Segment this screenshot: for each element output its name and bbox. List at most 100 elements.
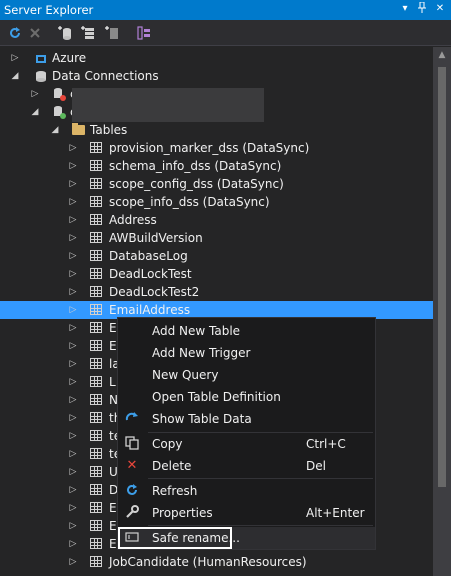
expand-arrow-icon[interactable]: ▷ xyxy=(68,553,78,571)
connect-to-server-icon[interactable] xyxy=(80,25,96,41)
stop-icon[interactable] xyxy=(27,25,43,41)
table-name: provision_marker_dss (DataSync) xyxy=(109,141,310,155)
expand-arrow-icon[interactable]: ▷ xyxy=(68,319,78,337)
menu-item-label: Properties xyxy=(152,506,213,520)
close-icon[interactable]: ✕ xyxy=(433,2,447,16)
tree-node-label: Data Connections xyxy=(52,69,159,83)
expand-arrow-icon[interactable]: ▷ xyxy=(68,427,78,445)
tree-node-label: Tables xyxy=(90,123,128,137)
menu-item-delete[interactable]: ✕ Delete Del xyxy=(118,455,375,477)
expand-arrow-icon[interactable]: ▷ xyxy=(68,229,78,247)
tree-node-data-connections[interactable]: ◢ Data Connections xyxy=(0,67,433,85)
expand-arrow-icon[interactable]: ▷ xyxy=(68,355,78,373)
vertical-scrollbar[interactable]: ▲ xyxy=(433,47,451,576)
connect-to-database-icon[interactable] xyxy=(57,25,73,41)
database-icon xyxy=(52,105,66,119)
expand-arrow-icon[interactable]: ▷ xyxy=(10,49,20,67)
table-icon xyxy=(90,196,102,207)
menu-item-add-new-trigger[interactable]: Add New Trigger xyxy=(118,342,375,364)
table-icon xyxy=(90,322,102,333)
table-icon xyxy=(90,538,102,549)
expand-arrow-icon[interactable]: ▷ xyxy=(68,535,78,553)
expand-arrow-icon[interactable]: ▷ xyxy=(68,265,78,283)
expand-arrow-icon[interactable]: ▷ xyxy=(30,85,40,103)
menu-item-label: Refresh xyxy=(152,484,198,498)
collapse-arrow-icon[interactable]: ◢ xyxy=(10,67,20,85)
expand-arrow-icon[interactable]: ▷ xyxy=(68,247,78,265)
table-icon xyxy=(90,268,102,279)
collapse-arrow-icon[interactable]: ◢ xyxy=(30,103,40,121)
table-name: L xyxy=(109,375,116,389)
menu-item-label: Copy xyxy=(152,437,183,451)
table-icon xyxy=(90,340,102,351)
table-icon xyxy=(90,178,102,189)
table-row[interactable]: ▷ scope_info_dss (DataSync) xyxy=(0,193,433,211)
table-name: E xyxy=(109,537,117,551)
table-row[interactable]: ▷ scope_config_dss (DataSync) xyxy=(0,175,433,193)
tree-node-tables-folder[interactable]: ◢ Tables xyxy=(0,121,433,139)
expand-arrow-icon[interactable]: ▷ xyxy=(68,517,78,535)
menu-item-add-new-table[interactable]: Add New Table xyxy=(118,320,375,342)
table-row[interactable]: ▷ Address xyxy=(0,211,433,229)
tree-node-azure[interactable]: ▷ Azure xyxy=(0,49,433,67)
menu-item-label: Add New Table xyxy=(152,324,241,338)
delete-icon: ✕ xyxy=(126,458,138,473)
expand-arrow-icon[interactable]: ▷ xyxy=(68,175,78,193)
menu-item-open-table-definition[interactable]: Open Table Definition xyxy=(118,386,375,408)
menu-item-new-query[interactable]: New Query xyxy=(118,364,375,386)
expand-arrow-icon[interactable]: ▷ xyxy=(68,481,78,499)
table-icon xyxy=(90,484,102,495)
table-row[interactable]: ▷ schema_info_dss (DataSync) xyxy=(0,157,433,175)
table-name: E xyxy=(109,339,117,353)
table-row[interactable]: ▷ DeadLockTest2 xyxy=(0,283,433,301)
expand-arrow-icon[interactable]: ▷ xyxy=(68,373,78,391)
table-row[interactable]: ▷ DatabaseLog xyxy=(0,247,433,265)
menu-item-refresh[interactable]: Refresh xyxy=(118,480,375,502)
table-icon xyxy=(90,394,102,405)
table-icon xyxy=(90,142,102,153)
expand-arrow-icon[interactable]: ▷ xyxy=(68,301,78,319)
filter-icon[interactable] xyxy=(136,25,152,41)
menu-item-properties[interactable]: Properties Alt+Enter xyxy=(118,502,375,524)
wrench-icon xyxy=(124,505,140,521)
expand-arrow-icon[interactable]: ▷ xyxy=(68,211,78,229)
window-title-bar: Server Explorer ▾ ✕ xyxy=(0,0,451,20)
table-name: schema_info_dss (DataSync) xyxy=(109,159,282,173)
menu-item-copy[interactable]: Copy Ctrl+C xyxy=(118,433,375,455)
table-name: E xyxy=(109,519,117,533)
table-name: AWBuildVersion xyxy=(109,231,203,245)
dropdown-arrow-icon[interactable]: ▾ xyxy=(398,2,412,16)
refresh-icon[interactable] xyxy=(7,25,23,41)
table-icon xyxy=(90,232,102,243)
connect-to-sharepoint-icon[interactable] xyxy=(104,25,120,41)
expand-arrow-icon[interactable]: ▷ xyxy=(68,463,78,481)
expand-arrow-icon[interactable]: ▷ xyxy=(68,283,78,301)
expand-arrow-icon[interactable]: ▷ xyxy=(68,499,78,517)
table-row[interactable]: ▷ provision_marker_dss (DataSync) xyxy=(0,139,433,157)
table-row[interactable]: ▷ DeadLockTest xyxy=(0,265,433,283)
expand-arrow-icon[interactable]: ▷ xyxy=(68,193,78,211)
menu-item-show-table-data[interactable]: Show Table Data xyxy=(118,408,375,430)
expand-arrow-icon[interactable]: ▷ xyxy=(68,139,78,157)
table-icon xyxy=(90,160,102,171)
table-icon xyxy=(90,412,102,423)
expand-arrow-icon[interactable]: ▷ xyxy=(68,445,78,463)
table-icon xyxy=(90,286,102,297)
table-row[interactable]: ▷ JobCandidate (HumanResources) xyxy=(0,553,433,571)
scrollbar-thumb[interactable] xyxy=(438,67,446,487)
expand-arrow-icon[interactable]: ▷ xyxy=(68,157,78,175)
collapse-arrow-icon[interactable]: ◢ xyxy=(50,121,60,139)
refresh-icon xyxy=(124,483,140,499)
expand-arrow-icon[interactable]: ▷ xyxy=(68,337,78,355)
pin-icon[interactable] xyxy=(415,1,429,16)
scroll-up-icon[interactable]: ▲ xyxy=(433,47,451,63)
table-row[interactable]: ▷ AWBuildVersion xyxy=(0,229,433,247)
expand-arrow-icon[interactable]: ▷ xyxy=(68,391,78,409)
menu-item-label: Add New Trigger xyxy=(152,346,251,360)
menu-item-shortcut: Del xyxy=(306,459,326,473)
expand-arrow-icon[interactable]: ▷ xyxy=(68,409,78,427)
table-name: DatabaseLog xyxy=(109,249,188,263)
context-menu: Add New Table Add New Trigger New Query … xyxy=(117,317,376,550)
redacted-connection-name xyxy=(72,88,264,122)
table-icon xyxy=(90,430,102,441)
